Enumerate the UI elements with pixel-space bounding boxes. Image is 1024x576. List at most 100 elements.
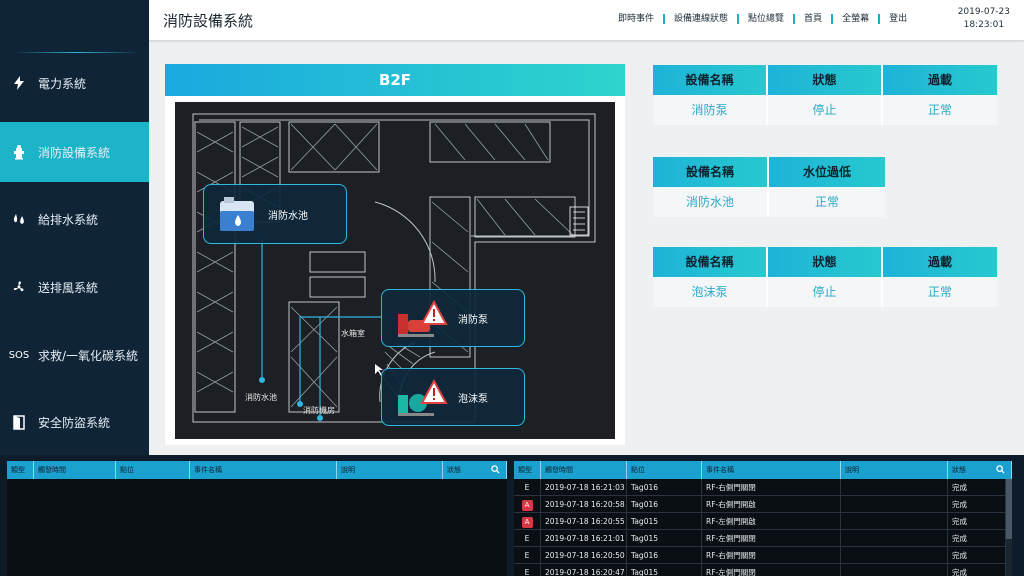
sidebar-item-ventilation[interactable]: 送排風系統 bbox=[0, 257, 149, 317]
sidebar-item-security[interactable]: 安全防盜系統 bbox=[0, 392, 149, 452]
search-icon[interactable] bbox=[996, 465, 1005, 474]
col-status-label: 狀態 bbox=[952, 466, 966, 474]
cell-type: E bbox=[514, 564, 541, 576]
col-event-name[interactable]: 事件名稱 bbox=[190, 461, 337, 479]
callout-fire-water-tank[interactable]: 消防水池 bbox=[203, 184, 347, 244]
cell-tag: Tag016 bbox=[627, 547, 702, 563]
cell-status: 完成 bbox=[948, 530, 1006, 546]
value-cell: 正常 bbox=[883, 95, 997, 125]
col-description[interactable]: 說明 bbox=[337, 461, 443, 479]
event-table-left: 類型 觸發時間 點位 事件名稱 說明 狀態 bbox=[7, 461, 507, 576]
sidebar-item-label: 送排風系統 bbox=[38, 280, 99, 295]
status-table-fire-pump: 設備名稱 狀態 過載 消防泵 停止 正常 bbox=[653, 65, 997, 125]
table-row[interactable]: A 2019-07-18 16:20:55 Tag015 RF-左側門開啟 完成 bbox=[514, 513, 1012, 530]
col-time[interactable]: 觸發時間 bbox=[541, 461, 627, 479]
sidebar-item-label: 求救/一氧化碳系統 bbox=[38, 348, 139, 363]
time-text: 18:23:01 bbox=[963, 20, 1005, 30]
status-table-water-tank: 設備名稱 水位過低 消防水池 正常 bbox=[653, 157, 885, 217]
cell-tag: Tag015 bbox=[627, 530, 702, 546]
table-header: 類型 觸發時間 點位 事件名稱 說明 狀態 bbox=[7, 461, 507, 479]
page-title: 消防設備系統 bbox=[163, 12, 254, 30]
datetime: 2019-07-23 18:23:01 bbox=[958, 6, 1010, 32]
cell-tag: Tag016 bbox=[627, 496, 702, 512]
sidebar: 電力系統 消防設備系統 給排水系統 送排風系統 SOS 求救/一氧化碳系統 安全… bbox=[0, 0, 149, 455]
col-event-name[interactable]: 事件名稱 bbox=[702, 461, 841, 479]
sidebar-item-label: 電力系統 bbox=[38, 76, 87, 91]
cell-desc bbox=[841, 479, 948, 495]
cell-status: 完成 bbox=[948, 547, 1006, 563]
sidebar-item-fire[interactable]: 消防設備系統 bbox=[0, 122, 149, 182]
table-row[interactable]: E 2019-07-18 16:21:03 Tag016 RF-右側門關閉 完成 bbox=[514, 479, 1012, 496]
cell-time: 2019-07-18 16:20:47 bbox=[541, 564, 627, 576]
floor-plan-panel: B2F 消防水池 消防泵 泡沫泵 水箱室 消防水池 消防機房 bbox=[165, 64, 625, 445]
nav-fullscreen[interactable]: 全螢幕 bbox=[831, 14, 878, 24]
room-label-water-tank: 水箱室 bbox=[341, 329, 365, 338]
alarm-badge: A bbox=[521, 516, 533, 528]
table-row[interactable]: E 2019-07-18 16:20:50 Tag016 RF-右側門關閉 完成 bbox=[514, 547, 1012, 564]
cell-type: A bbox=[514, 513, 541, 529]
col-type[interactable]: 類型 bbox=[514, 461, 541, 479]
floor-plan-map: 消防水池 消防泵 泡沫泵 水箱室 消防水池 消防機房 bbox=[175, 102, 615, 439]
header-cell: 設備名稱 bbox=[653, 247, 768, 277]
cell-name: RF-右側門關閉 bbox=[702, 547, 841, 563]
header-cell: 過載 bbox=[883, 247, 997, 277]
fire-pump-icon bbox=[398, 299, 448, 337]
col-description[interactable]: 說明 bbox=[841, 461, 948, 479]
cell-name: RF-左側門關閉 bbox=[702, 530, 841, 546]
callout-label: 消防水池 bbox=[268, 210, 308, 222]
fire-hydrant-icon bbox=[0, 144, 38, 160]
cell-name: RF-右側門開啟 bbox=[702, 496, 841, 512]
cell-type: A bbox=[514, 496, 541, 512]
cell-type: E bbox=[514, 479, 541, 495]
nav-home[interactable]: 首頁 bbox=[793, 14, 831, 24]
sidebar-item-power[interactable]: 電力系統 bbox=[0, 53, 149, 113]
cell-desc bbox=[841, 496, 948, 512]
value-cell: 泡沫泵 bbox=[653, 277, 768, 307]
water-drops-icon bbox=[0, 211, 38, 227]
value-cell: 消防泵 bbox=[653, 95, 768, 125]
value-cell: 停止 bbox=[768, 277, 883, 307]
sos-icon: SOS bbox=[8, 349, 30, 361]
sidebar-item-water[interactable]: 給排水系統 bbox=[0, 189, 149, 249]
cell-tag: Tag015 bbox=[627, 564, 702, 576]
col-point[interactable]: 點位 bbox=[116, 461, 190, 479]
table-row[interactable]: E 2019-07-18 16:20:47 Tag015 RF-左側門關閉 完成 bbox=[514, 564, 1012, 576]
table-row[interactable]: E 2019-07-18 16:21:01 Tag015 RF-左側門關閉 完成 bbox=[514, 530, 1012, 547]
header-cell: 過載 bbox=[883, 65, 997, 95]
sidebar-item-sos[interactable]: SOS 求救/一氧化碳系統 bbox=[0, 325, 149, 385]
col-point[interactable]: 點位 bbox=[627, 461, 702, 479]
callout-foam-pump[interactable]: 泡沫泵 bbox=[381, 368, 525, 426]
cell-status: 完成 bbox=[948, 513, 1006, 529]
cell-desc bbox=[841, 530, 948, 546]
col-status-label: 狀態 bbox=[447, 466, 461, 474]
col-status[interactable]: 狀態 bbox=[443, 461, 507, 479]
status-table-foam-pump: 設備名稱 狀態 過載 泡沫泵 停止 正常 bbox=[653, 247, 997, 307]
callout-label: 泡沫泵 bbox=[458, 393, 488, 405]
nav-point-overview[interactable]: 點位總覽 bbox=[737, 14, 793, 24]
search-icon[interactable] bbox=[491, 465, 500, 474]
callout-fire-pump[interactable]: 消防泵 bbox=[381, 289, 525, 347]
scrollbar-thumb[interactable] bbox=[1006, 479, 1012, 539]
cell-time: 2019-07-18 16:20:50 bbox=[541, 547, 627, 563]
header-cell: 狀態 bbox=[768, 247, 883, 277]
header-cell: 狀態 bbox=[768, 65, 883, 95]
callout-label: 消防泵 bbox=[458, 314, 488, 326]
nav-logout[interactable]: 登出 bbox=[878, 14, 916, 24]
nav-realtime-events[interactable]: 即時事件 bbox=[609, 14, 663, 24]
cell-desc bbox=[841, 547, 948, 563]
nav-connection-status[interactable]: 設備連線狀態 bbox=[663, 14, 737, 24]
event-panel: 類型 觸發時間 點位 事件名稱 說明 狀態 類型 觸發時間 點位 事件名稱 說明… bbox=[0, 455, 1024, 576]
table-row[interactable]: A 2019-07-18 16:20:58 Tag016 RF-右側門開啟 完成 bbox=[514, 496, 1012, 513]
date-text: 2019-07-23 bbox=[957, 7, 1010, 17]
value-cell: 正常 bbox=[769, 187, 885, 217]
col-type[interactable]: 類型 bbox=[7, 461, 34, 479]
lightning-icon bbox=[0, 75, 38, 91]
header-cell: 設備名稱 bbox=[653, 157, 769, 187]
value-cell: 正常 bbox=[883, 277, 997, 307]
cell-time: 2019-07-18 16:20:55 bbox=[541, 513, 627, 529]
col-time[interactable]: 觸發時間 bbox=[34, 461, 116, 479]
header-cell: 水位過低 bbox=[769, 157, 885, 187]
event-table-right: 類型 觸發時間 點位 事件名稱 說明 狀態 E 2019-07-18 16:21:… bbox=[514, 461, 1012, 576]
cell-tag: Tag015 bbox=[627, 513, 702, 529]
col-status[interactable]: 狀態 bbox=[948, 461, 1012, 479]
